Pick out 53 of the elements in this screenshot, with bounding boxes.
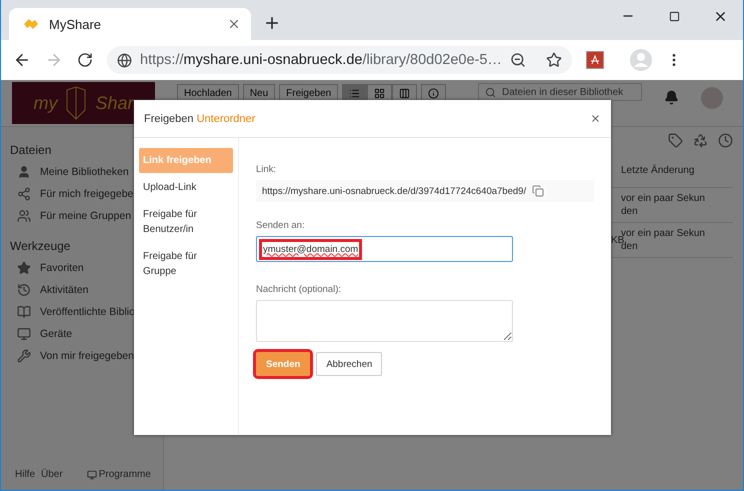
wrench-icon bbox=[17, 349, 31, 363]
send-button[interactable]: Senden bbox=[256, 352, 310, 376]
sidebar-item[interactable]: Veröffentlichte Biblio bbox=[1, 301, 163, 323]
address-bar[interactable]: https://myshare.uni-osnabrueck.de/library/80d02e0e-5… bbox=[107, 46, 572, 74]
globe-icon bbox=[117, 52, 132, 68]
columns-view-icon bbox=[399, 88, 410, 98]
programs-link[interactable]: Programme bbox=[86, 469, 151, 480]
close-icon[interactable] bbox=[590, 113, 601, 124]
sidebar-item[interactable]: Von mir freigegeben bbox=[1, 345, 163, 367]
share-icon bbox=[17, 187, 31, 201]
email-field[interactable]: ymuster@domain.com bbox=[256, 236, 513, 262]
star-icon[interactable] bbox=[546, 52, 562, 68]
monitor-icon bbox=[17, 327, 31, 341]
dialog-nav-item[interactable]: Upload-Link bbox=[139, 175, 233, 200]
bell-icon[interactable] bbox=[664, 90, 679, 105]
tab-title: MyShare bbox=[49, 16, 102, 32]
sidebar-item[interactable]: Geräte bbox=[1, 323, 163, 345]
new-tab-icon[interactable] bbox=[263, 14, 281, 32]
list-view-icon bbox=[349, 88, 360, 98]
clock-icon[interactable] bbox=[718, 133, 733, 148]
back-icon[interactable] bbox=[13, 51, 31, 69]
close-tab-icon[interactable] bbox=[227, 17, 241, 31]
pdf-extension-icon[interactable] bbox=[586, 51, 604, 69]
zoom-out-icon[interactable] bbox=[510, 52, 526, 68]
help-link[interactable]: Hilfe bbox=[15, 469, 36, 480]
history-icon bbox=[17, 283, 31, 297]
star-icon bbox=[17, 261, 31, 275]
group-icon bbox=[17, 209, 31, 223]
dialog-title: Freigeben Unterordner bbox=[144, 112, 256, 124]
dialog-nav-item[interactable]: Freigabe für Benutzer/in bbox=[139, 202, 233, 242]
copy-icon[interactable] bbox=[532, 185, 544, 197]
book-icon bbox=[17, 305, 31, 319]
browser-tab[interactable]: MyShare bbox=[9, 8, 251, 40]
reload-icon[interactable] bbox=[77, 52, 93, 68]
logo-icon bbox=[23, 18, 39, 30]
monitor-icon bbox=[86, 470, 97, 480]
user-icon bbox=[17, 165, 31, 179]
cancel-button[interactable]: Abbrechen bbox=[316, 352, 382, 376]
message-label: Nachricht (optional): bbox=[256, 284, 342, 295]
message-field[interactable] bbox=[256, 300, 513, 342]
about-link[interactable]: Über bbox=[41, 469, 63, 480]
recycle-icon[interactable] bbox=[693, 133, 708, 148]
info-icon bbox=[428, 88, 440, 98]
sidebar-heading: Werkzeuge bbox=[9, 238, 72, 255]
link-field[interactable]: https://myshare.uni-osnabrueck.de/d/3974d17724c640a7bed9/ bbox=[256, 180, 594, 202]
column-header: Letzte Änderung bbox=[621, 164, 696, 178]
link-label: Link: bbox=[256, 164, 278, 175]
tag-icon[interactable] bbox=[668, 133, 683, 148]
modified-cell-text: vor ein paar Sekunden bbox=[621, 192, 705, 219]
send-to-label: Senden an: bbox=[256, 220, 306, 231]
sidebar-heading: Dateien bbox=[9, 142, 52, 159]
grid-view-icon bbox=[374, 88, 386, 98]
search-icon bbox=[485, 86, 496, 98]
